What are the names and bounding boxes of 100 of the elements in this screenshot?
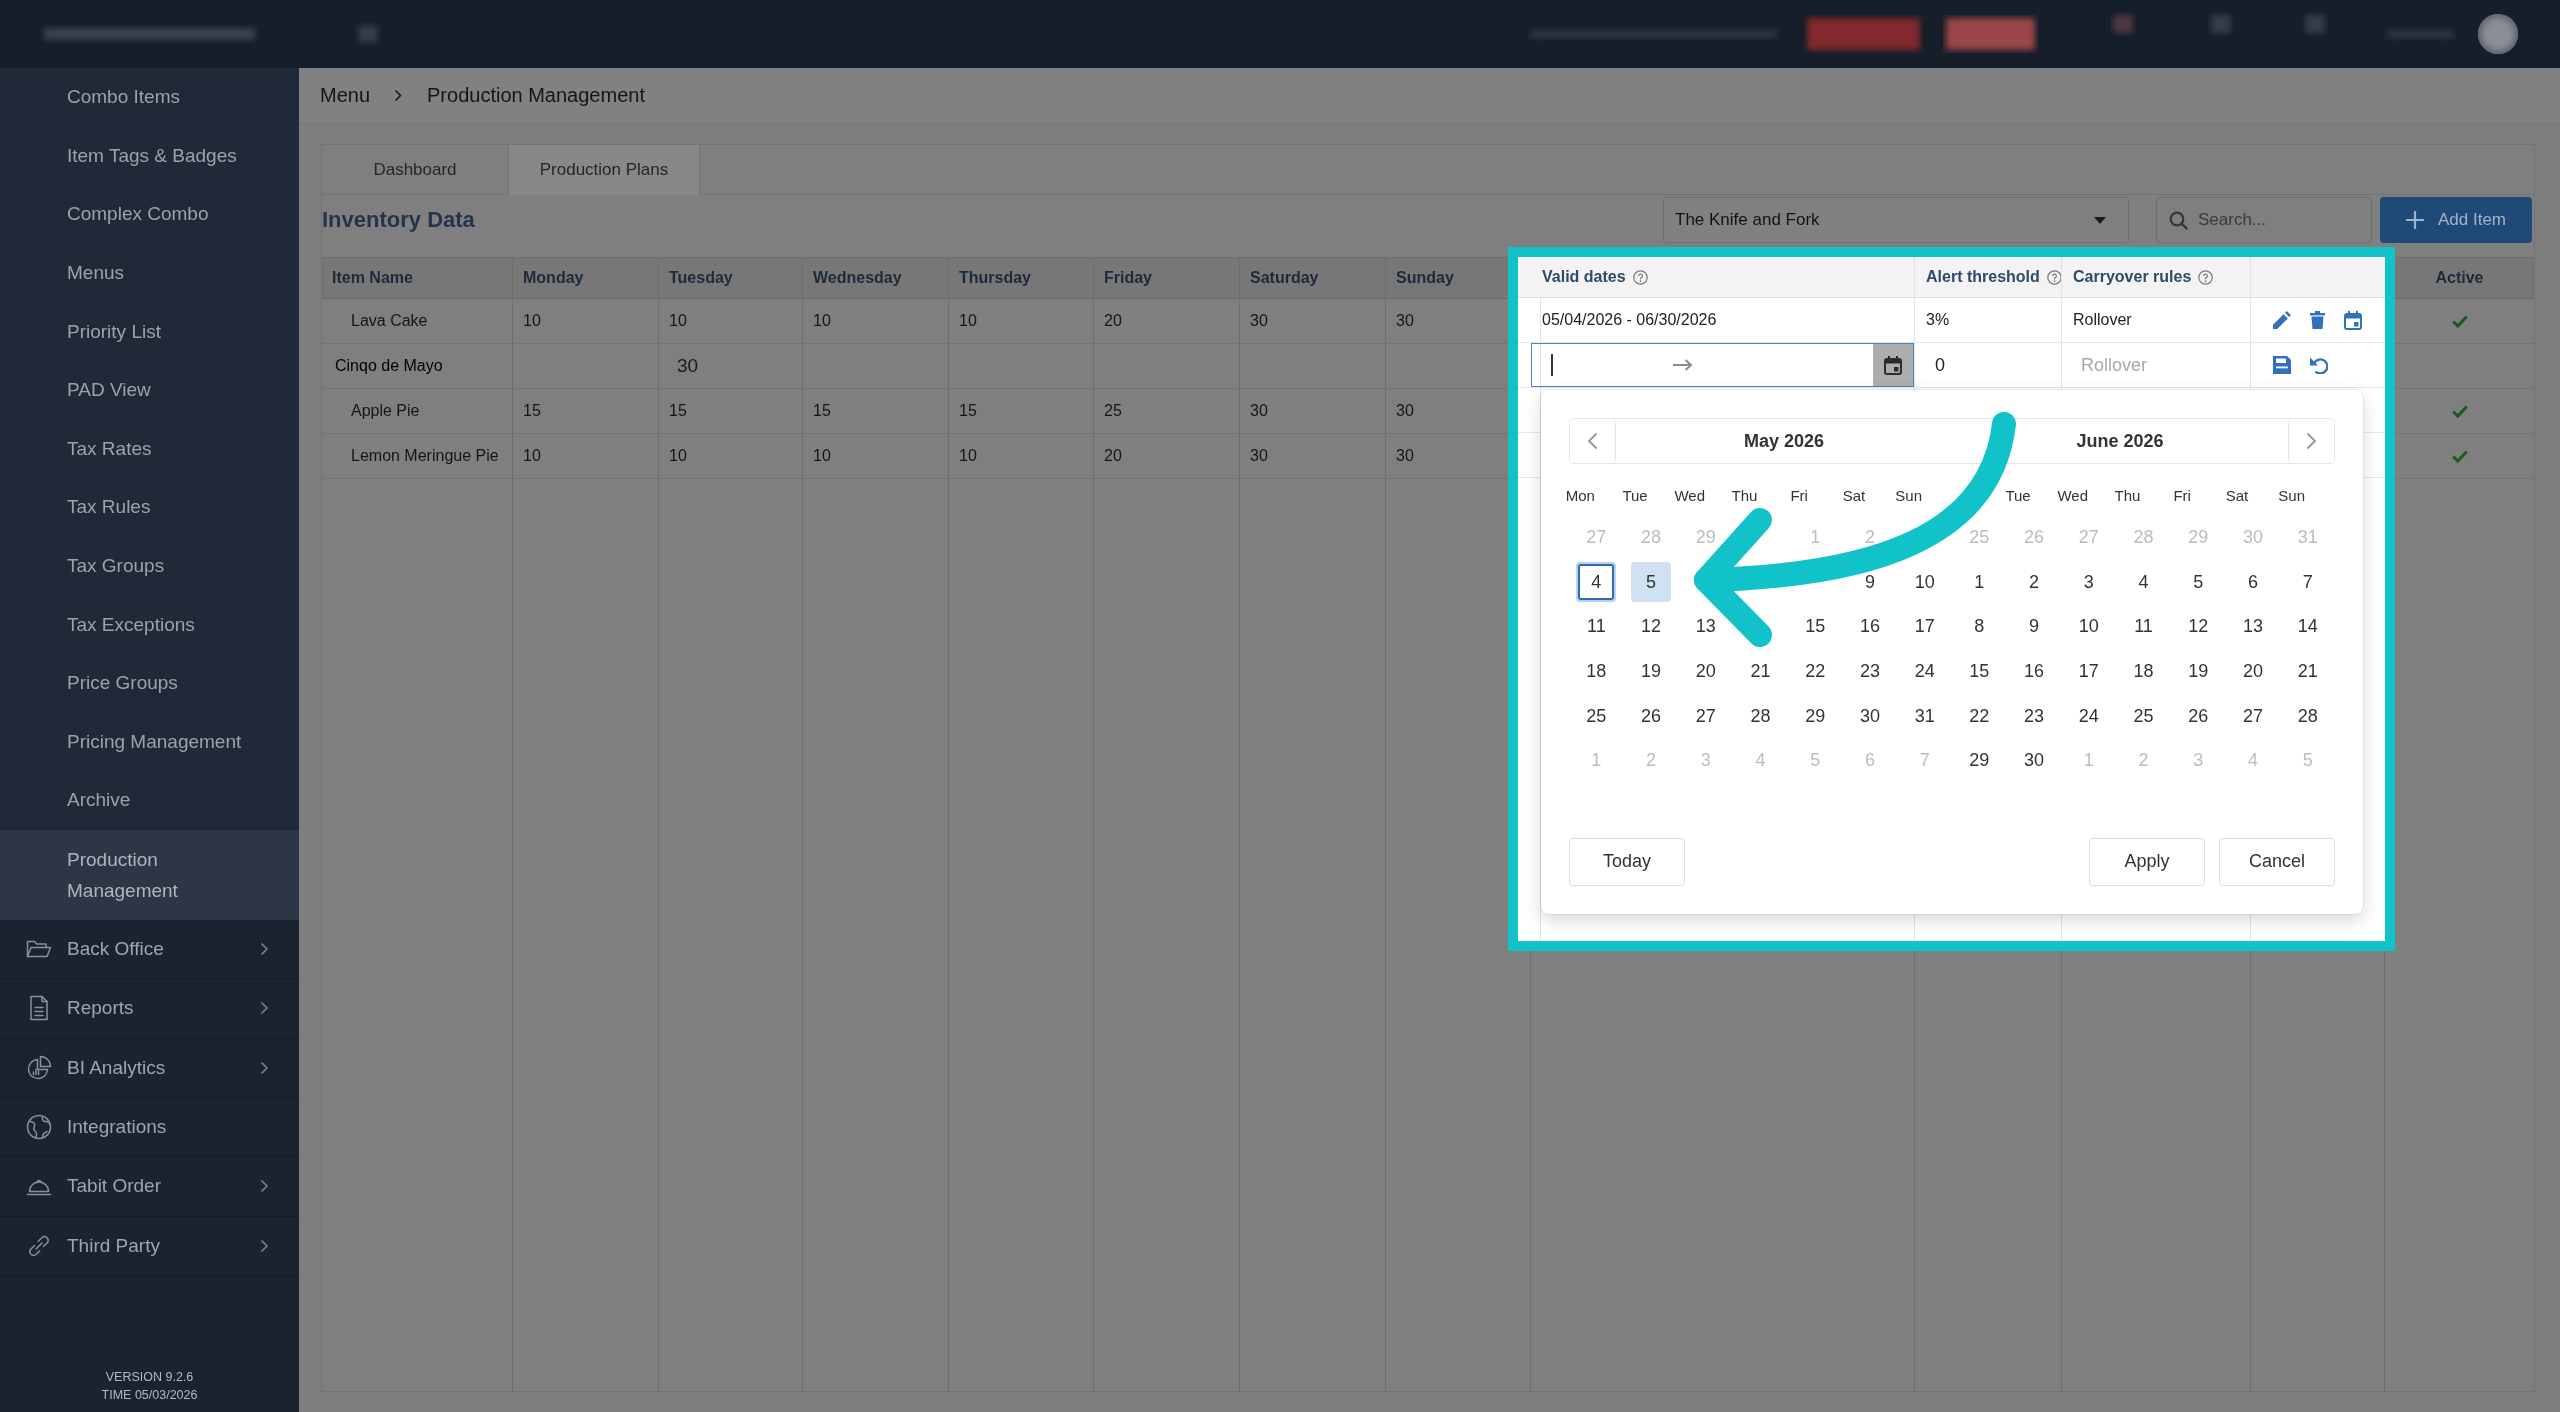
weekday-label: Sun — [1895, 486, 1922, 504]
calendar-day[interactable]: 15 — [1969, 662, 1990, 681]
calendar-day[interactable]: 21 — [2297, 662, 2318, 681]
calendar-day[interactable]: 6 — [2247, 572, 2258, 591]
calendar-day[interactable]: 22 — [1805, 662, 1826, 681]
sidebar-item[interactable]: Tax Rates — [0, 419, 299, 479]
calendar-day[interactable]: 28 — [1750, 706, 1771, 725]
avatar-icon[interactable] — [2478, 14, 2518, 54]
calendar-day[interactable]: 5 — [2193, 572, 2204, 591]
calendar-day[interactable]: 27 — [2242, 706, 2263, 725]
calendar-day[interactable]: 12 — [2188, 617, 2209, 636]
threshold-field[interactable]: 0 — [1926, 354, 1945, 376]
calendar-day[interactable]: 2 — [2029, 572, 2040, 591]
sidebar-item[interactable]: Price Groups — [0, 653, 299, 713]
calendar-day[interactable]: 26 — [1641, 706, 1662, 725]
calendar-day[interactable]: 19 — [1641, 662, 1662, 681]
table-cell: 10 — [659, 299, 803, 344]
text-cursor — [1551, 354, 1553, 376]
calendar-day[interactable]: 31 — [1914, 706, 1935, 725]
calendar-day[interactable]: 12 — [1641, 617, 1662, 636]
weekday-label: Sat — [1842, 486, 1866, 504]
sidebar-item[interactable]: Tax Groups — [0, 536, 299, 596]
save-button[interactable] — [2273, 356, 2291, 374]
calendar-day[interactable]: 24 — [2078, 706, 2099, 725]
calendar-day[interactable]: 9 — [2029, 617, 2040, 636]
calendar-day[interactable]: 27 — [1695, 706, 1716, 725]
tab[interactable]: Production Plans — [509, 145, 700, 195]
calendar-day[interactable]: 18 — [2133, 662, 2154, 681]
calendar-day[interactable]: 10 — [1914, 572, 1935, 591]
arrow-right-icon — [1672, 359, 1693, 371]
breadcrumb-link[interactable]: Menu — [320, 84, 371, 107]
add-item-button[interactable]: Add Item — [2380, 197, 2532, 243]
sidebar-item[interactable]: Item Tags & Badges — [0, 126, 299, 186]
calendar-day[interactable]: 16 — [2024, 662, 2045, 681]
calendar-day[interactable]: 15 — [1805, 617, 1826, 636]
weekday-label: Fri — [2173, 486, 2191, 504]
weekday-label: Fri — [1790, 486, 1808, 504]
calendar-day[interactable]: 19 — [2188, 662, 2209, 681]
sidebar-item[interactable]: Priority List — [0, 302, 299, 361]
sidebar-item[interactable]: PAD View — [0, 360, 299, 420]
calendar-day[interactable]: 3 — [2083, 572, 2094, 591]
calendar-day[interactable]: 16 — [1859, 617, 1880, 636]
table-cell: 30 — [1240, 434, 1386, 479]
calendar-day[interactable]: 25 — [1586, 706, 1607, 725]
calendar-day[interactable]: 30 — [2024, 751, 2045, 770]
calendar-day[interactable]: 11 — [2134, 617, 2153, 636]
quantity-field[interactable]: 30 — [659, 344, 803, 389]
calendar-day[interactable]: 21 — [1750, 662, 1771, 681]
undo-button[interactable] — [2310, 356, 2328, 374]
calendar-button[interactable] — [1873, 344, 1913, 386]
calendar-day[interactable]: 1 — [1974, 572, 1985, 591]
cancel-button[interactable]: Cancel — [2219, 837, 2335, 886]
calendar-day[interactable]: 4 — [1576, 561, 1617, 602]
calendar-day[interactable]: 14 — [2297, 617, 2318, 636]
calendar-day[interactable]: 9 — [1864, 572, 1875, 591]
date-range-field[interactable] — [1531, 343, 1914, 387]
calendar-day[interactable]: 4 — [2138, 572, 2149, 591]
sidebar-item[interactable]: Complex Combo — [0, 185, 299, 244]
sidebar-item[interactable]: Production Management — [0, 829, 299, 920]
location-select[interactable]: The Knife and Fork — [1663, 197, 2129, 243]
calendar-day[interactable]: 29 — [1969, 751, 1990, 770]
calendar-day[interactable]: 23 — [2024, 706, 2045, 725]
sidebar-item[interactable]: Tax Rules — [0, 478, 299, 537]
pie-chart-icon — [26, 1054, 52, 1081]
sidebar-item[interactable]: Pricing Management — [0, 712, 299, 772]
calendar-day[interactable]: 18 — [1586, 662, 1607, 681]
table-cell: 25 — [1094, 389, 1240, 434]
calendar-day[interactable]: 24 — [1914, 662, 1935, 681]
blurred-button[interactable] — [1943, 15, 2038, 53]
calendar-day[interactable]: 8 — [1974, 617, 1985, 636]
calendar-day[interactable]: 25 — [2133, 706, 2154, 725]
calendar-day[interactable]: 22 — [1969, 706, 1990, 725]
weekday-label: Thu — [1731, 486, 1758, 504]
sidebar-item[interactable]: Menus — [0, 243, 299, 303]
calendar-day[interactable]: 29 — [1805, 706, 1826, 725]
apply-button[interactable]: Apply — [2089, 837, 2205, 886]
delete-button[interactable] — [2310, 311, 2325, 329]
calendar-day[interactable]: 13 — [1695, 617, 1716, 636]
calendar-day[interactable]: 10 — [2078, 617, 2099, 636]
calendar-day[interactable]: 20 — [2242, 662, 2263, 681]
today-button[interactable]: Today — [1569, 837, 1685, 886]
calendar-day[interactable]: 30 — [1859, 706, 1880, 725]
sidebar-item[interactable]: Combo Items — [0, 68, 299, 127]
calendar-day[interactable]: 11 — [1587, 617, 1606, 636]
calendar-day[interactable]: 20 — [1695, 662, 1716, 681]
edit-button[interactable] — [2273, 311, 2291, 329]
table-cell: 10 — [513, 299, 659, 344]
calendar-day[interactable]: 7 — [2302, 572, 2313, 591]
calendar-day[interactable]: 17 — [2078, 662, 2099, 681]
calendar-day[interactable]: 13 — [2242, 617, 2263, 636]
calendar-day[interactable]: 23 — [1859, 662, 1880, 681]
sidebar-item[interactable]: Tax Exceptions — [0, 595, 299, 654]
calendar-day[interactable]: 17 — [1914, 617, 1935, 636]
calendar-button[interactable] — [2344, 310, 2362, 330]
next-month-button[interactable] — [2288, 419, 2334, 463]
previous-month-button[interactable] — [1570, 419, 1616, 463]
calendar-day[interactable]: 26 — [2188, 706, 2209, 725]
sidebar-item[interactable]: Archive — [0, 771, 299, 830]
calendar-day[interactable]: 28 — [2297, 706, 2318, 725]
calendar-day[interactable]: 5 — [1631, 561, 1672, 602]
